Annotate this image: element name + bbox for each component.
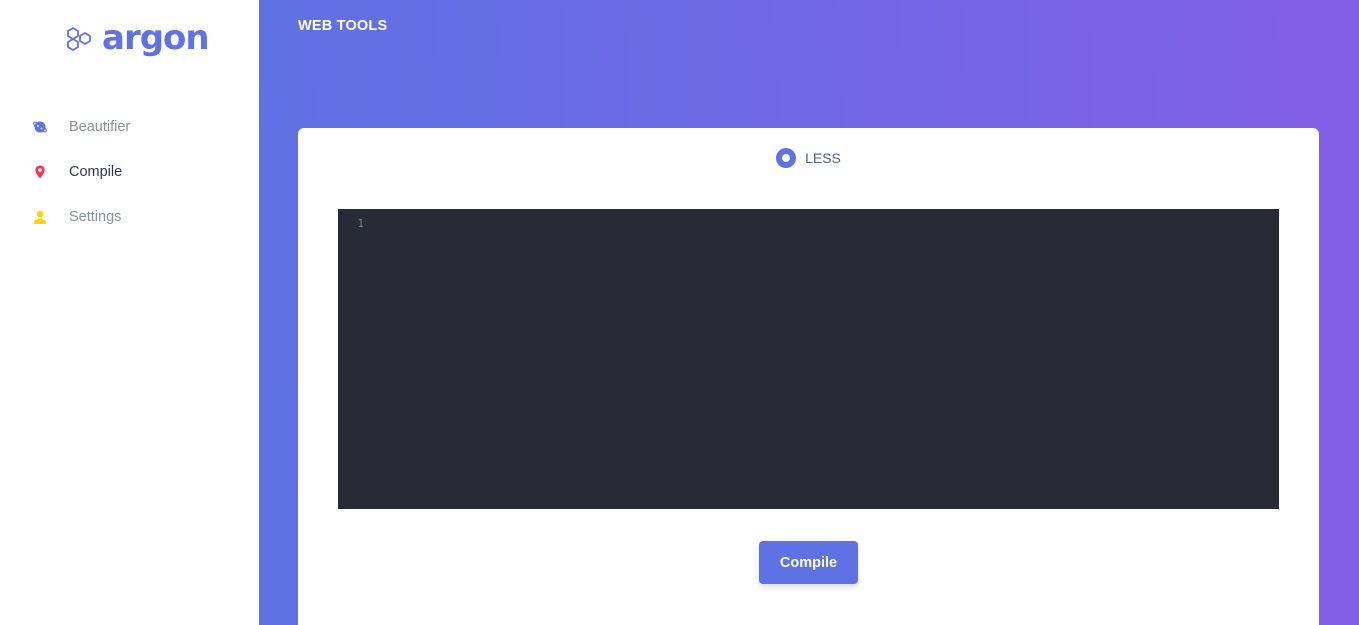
- brand-name: argon: [102, 18, 210, 58]
- app-window: argon Beautifier Compile Settings WEB TO…: [0, 0, 1359, 625]
- language-option[interactable]: LESS: [298, 148, 1319, 168]
- user-icon: [32, 209, 48, 225]
- sidebar-item-label: Settings: [69, 208, 122, 225]
- sidebar-item-settings[interactable]: Settings: [0, 194, 259, 239]
- compile-card: LESS 1 Compile: [298, 128, 1319, 625]
- code-editor[interactable]: 1: [338, 209, 1279, 509]
- brand-logo[interactable]: argon: [66, 18, 210, 58]
- sidebar-nav: Beautifier Compile Settings: [0, 104, 259, 239]
- language-label[interactable]: LESS: [805, 150, 841, 166]
- sidebar-item-beautifier[interactable]: Beautifier: [0, 104, 259, 149]
- compile-button[interactable]: Compile: [759, 541, 858, 584]
- sidebar-item-label: Beautifier: [69, 118, 131, 135]
- radio-selected-dot: [782, 154, 791, 162]
- page-title: WEB TOOLS: [298, 18, 388, 34]
- planet-icon: [32, 119, 48, 135]
- hexagons-icon: [67, 27, 91, 51]
- map-pin-icon: [32, 164, 48, 180]
- sidebar-item-label: Compile: [69, 163, 123, 180]
- language-radio[interactable]: [776, 148, 797, 168]
- sidebar: argon Beautifier Compile Settings: [0, 0, 259, 625]
- main-content: WEB TOOLS LESS 1 Compile: [259, 0, 1359, 625]
- sidebar-item-compile[interactable]: Compile: [0, 149, 259, 194]
- line-number: 1: [357, 217, 364, 230]
